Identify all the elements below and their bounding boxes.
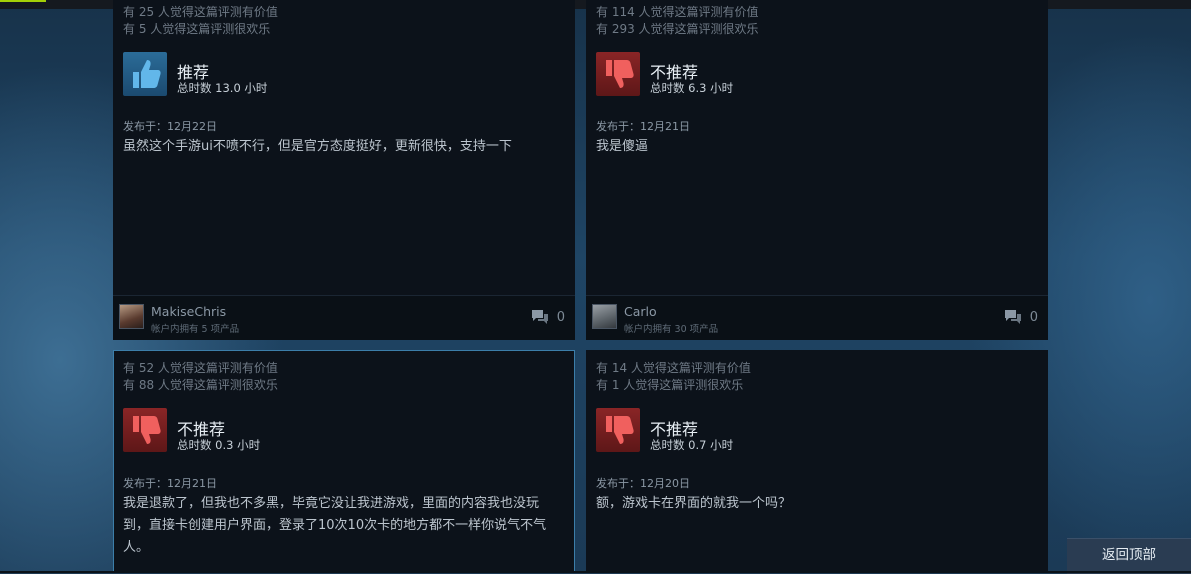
author-name[interactable]: MakiseChris <box>151 304 226 319</box>
author-products: 帐户内拥有 30 项产品 <box>624 324 719 335</box>
funny-count: 有 293 人觉得这篇评测很欢乐 <box>596 22 759 36</box>
helpful-count: 有 14 人觉得这篇评测有价值 <box>596 361 751 375</box>
review-card[interactable]: 有 25 人觉得这篇评测有价值 有 5 人觉得这篇评测很欢乐 推荐 总时数 13… <box>113 0 575 340</box>
posted-date: 发布于：12月20日 <box>596 477 690 490</box>
review-card[interactable]: 有 52 人觉得这篇评测有价值 有 88 人觉得这篇评测很欢乐 不推荐 总时数 … <box>113 350 575 573</box>
top-accent <box>0 0 46 2</box>
thumbs-down-icon <box>596 52 640 96</box>
review-footer: MakiseChris 帐户内拥有 5 项产品 0 <box>113 295 575 340</box>
helpful-count: 有 114 人觉得这篇评测有价值 <box>596 5 759 19</box>
comment-icon <box>532 310 548 324</box>
comment-icon <box>1005 310 1021 324</box>
avatar[interactable] <box>592 304 617 329</box>
playtime: 总时数 6.3 小时 <box>650 81 734 95</box>
review-text: 虽然这个手游ui不喷不行，但是官方态度挺好，更新很快，支持一下 <box>123 139 512 154</box>
funny-count: 有 88 人觉得这篇评测很欢乐 <box>123 378 278 392</box>
thumbs-down-icon <box>596 408 640 452</box>
review-text: 我是退款了，但我也不多黑，毕竟它没让我进游戏，里面的内容我也没玩到，直接卡创建用… <box>123 496 547 555</box>
helpful-count: 有 52 人觉得这篇评测有价值 <box>123 361 278 375</box>
playtime: 总时数 13.0 小时 <box>177 81 268 95</box>
comment-count: 0 <box>556 310 565 325</box>
funny-count: 有 1 人觉得这篇评测很欢乐 <box>596 378 744 392</box>
posted-date: 发布于：12月21日 <box>123 477 217 490</box>
thumbs-down-icon <box>123 408 167 452</box>
review-text: 我是傻逼 <box>596 139 649 154</box>
review-text: 额，游戏卡在界面的就我一个吗？ <box>596 496 792 511</box>
author-products: 帐户内拥有 5 项产品 <box>151 324 240 335</box>
comment-count: 0 <box>1029 310 1038 325</box>
avatar[interactable] <box>119 304 144 329</box>
review-card[interactable]: 有 14 人觉得这篇评测有价值 有 1 人觉得这篇评测很欢乐 不推荐 总时数 0… <box>586 350 1048 573</box>
playtime: 总时数 0.3 小时 <box>177 438 261 452</box>
back-to-top-button[interactable]: 返回顶部 <box>1067 538 1191 574</box>
funny-count: 有 5 人觉得这篇评测很欢乐 <box>123 22 271 36</box>
posted-date: 发布于：12月21日 <box>596 120 690 133</box>
thumbs-up-icon <box>123 52 167 96</box>
posted-date: 发布于：12月22日 <box>123 120 217 133</box>
helpful-count: 有 25 人觉得这篇评测有价值 <box>123 5 278 19</box>
author-name[interactable]: Carlo <box>624 304 657 319</box>
review-footer: Carlo 帐户内拥有 30 项产品 0 <box>586 295 1048 340</box>
playtime: 总时数 0.7 小时 <box>650 438 734 452</box>
review-card[interactable]: 有 114 人觉得这篇评测有价值 有 293 人觉得这篇评测很欢乐 不推荐 总时… <box>586 0 1048 340</box>
